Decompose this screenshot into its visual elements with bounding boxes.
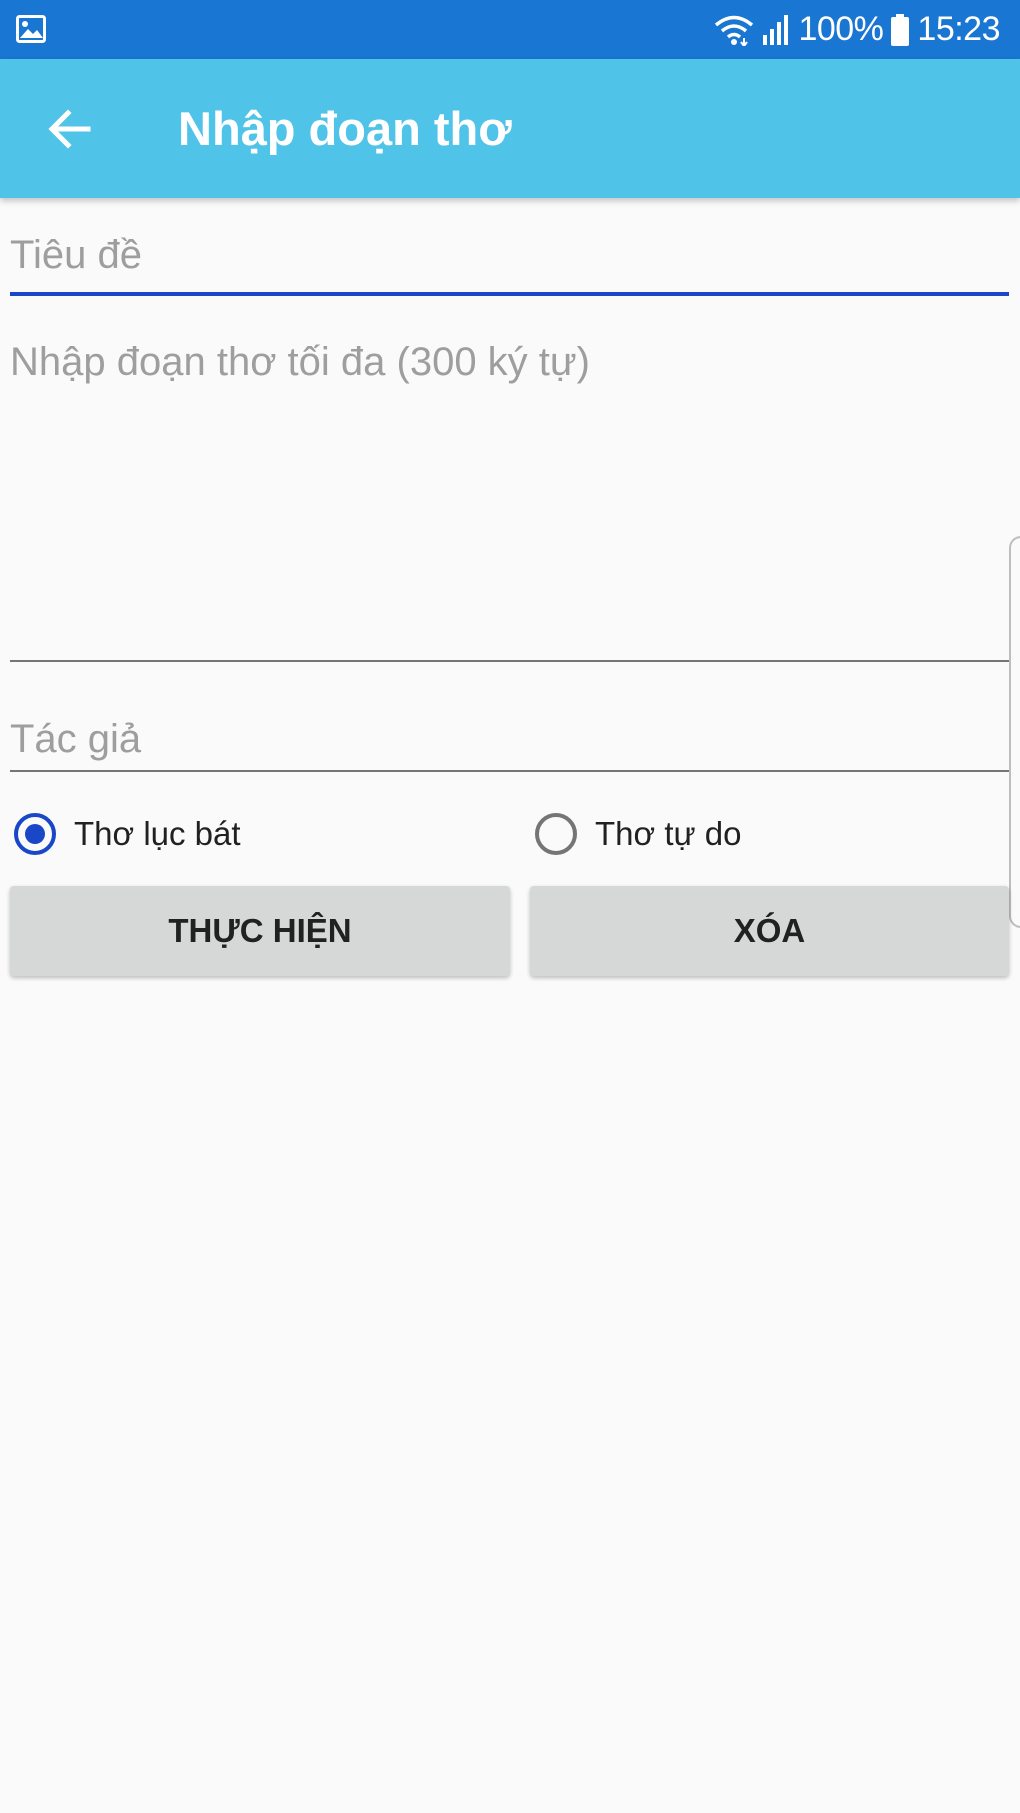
battery-icon bbox=[891, 13, 910, 46]
content-field-container bbox=[10, 340, 1009, 662]
author-input[interactable] bbox=[10, 712, 1009, 766]
radio-unchecked-icon bbox=[535, 813, 577, 855]
status-bar: 100% 15:23 bbox=[0, 0, 1020, 59]
submit-button[interactable]: THỰC HIỆN bbox=[10, 886, 510, 976]
radio-checked-icon bbox=[14, 813, 56, 855]
arrow-back-icon bbox=[48, 109, 91, 149]
radio-label: Thơ tự do bbox=[595, 815, 742, 852]
page-title: Nhập đoạn thơ bbox=[178, 102, 512, 155]
wifi-icon bbox=[715, 15, 754, 46]
status-time: 15:23 bbox=[917, 10, 1000, 48]
back-button[interactable] bbox=[30, 89, 110, 169]
status-indicators: 100% 15:23 bbox=[714, 0, 1000, 59]
edge-panel-handle[interactable] bbox=[1009, 536, 1020, 928]
title-field-container bbox=[10, 226, 1009, 296]
poem-content-input[interactable] bbox=[10, 340, 1009, 640]
radio-label: Thơ lục bát bbox=[74, 815, 241, 852]
app-bar: Nhập đoạn thơ bbox=[0, 59, 1020, 198]
title-input[interactable] bbox=[10, 226, 1009, 284]
signal-icon bbox=[763, 14, 789, 45]
image-icon bbox=[16, 15, 46, 43]
author-field-container bbox=[10, 712, 1009, 772]
radio-tho-luc-bat[interactable]: Thơ lục bát bbox=[14, 808, 241, 860]
battery-percentage: 100% bbox=[798, 10, 884, 48]
clear-button[interactable]: XÓA bbox=[530, 886, 1009, 976]
radio-tho-tu-do[interactable]: Thơ tự do bbox=[535, 808, 741, 860]
